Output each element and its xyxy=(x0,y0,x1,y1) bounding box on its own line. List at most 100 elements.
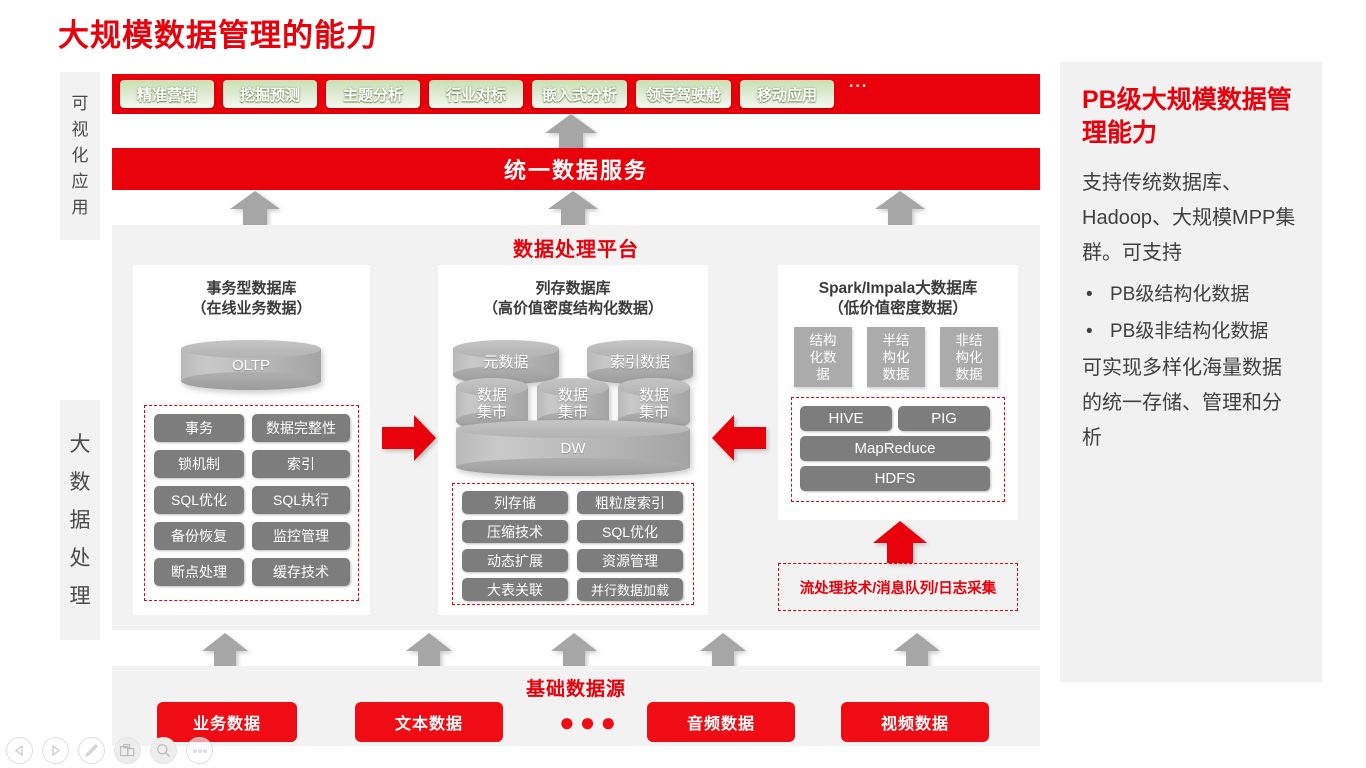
box-semi-structured-data: 半结 构化 数据 xyxy=(867,327,925,387)
pen-tool-button[interactable] xyxy=(78,737,105,764)
cylinder-oltp: OLTP xyxy=(181,340,321,390)
layer-char: 处 xyxy=(69,546,91,570)
data-processing-platform-title: 数据处理平台 xyxy=(513,239,639,261)
magnifier-icon xyxy=(157,744,171,758)
tag-sql-optimization[interactable]: SQL优化 xyxy=(577,520,683,543)
tag-backup-recovery[interactable]: 备份恢复 xyxy=(154,522,244,550)
tag-hdfs[interactable]: HDFS xyxy=(800,466,990,491)
app-chip-executive-cockpit[interactable]: 领导驾驶舱 xyxy=(636,80,732,108)
basic-data-sources-panel: 基础数据源 业务数据 文本数据 ●●● 音频数据 视频数据 xyxy=(112,666,1040,746)
zoom-button[interactable] xyxy=(150,737,177,764)
layer-char: 化 xyxy=(71,146,89,165)
unified-data-service-bar: 统一数据服务 xyxy=(112,148,1040,190)
tag-index[interactable]: 索引 xyxy=(252,450,350,478)
arrow-up-dw-to-service xyxy=(548,191,598,225)
layer-char: 可 xyxy=(71,94,89,113)
layer-char: 大 xyxy=(69,432,91,456)
tag-parallel-data-load[interactable]: 并行数据加载 xyxy=(577,578,683,601)
app-chip-precision-marketing[interactable]: 精准营销 xyxy=(120,80,214,108)
column-title-line1: 列存数据库 xyxy=(535,280,611,297)
source-chip-video-data[interactable]: 视频数据 xyxy=(841,702,989,742)
arrow-up-bigdata-to-service xyxy=(875,191,925,225)
tag-resource-management[interactable]: 资源管理 xyxy=(577,549,683,572)
more-dots-icon xyxy=(192,748,207,753)
layer-char: 视 xyxy=(71,120,89,139)
more-options-button[interactable] xyxy=(186,737,213,764)
column-title-columnar: 列存数据库 （高价值密度结构化数据） xyxy=(438,265,708,319)
column-columnar-database: 列存数据库 （高价值密度结构化数据） 元数据 索引数据 数据 集市 数据 集市 … xyxy=(438,265,708,615)
arrow-right-oltp-to-dw xyxy=(382,415,436,461)
chevron-left-icon xyxy=(15,745,23,756)
layer-char: 理 xyxy=(69,584,91,608)
cylinder-label: DW xyxy=(560,439,586,457)
info-panel-bullet-2: PB级非结构化数据 xyxy=(1082,314,1300,349)
column-title-line2: （高价值密度结构化数据） xyxy=(482,300,663,317)
app-chip-topic-analysis[interactable]: 主题分析 xyxy=(326,80,420,108)
tag-sql-execution[interactable]: SQL执行 xyxy=(252,486,350,514)
tag-coarse-grained-index[interactable]: 粗粒度索引 xyxy=(577,491,683,514)
arrow-up-stream-to-bigdata xyxy=(873,521,927,563)
arrow-up-source-5 xyxy=(894,633,940,669)
chevron-right-icon xyxy=(52,745,60,756)
tag-lock-mechanism[interactable]: 锁机制 xyxy=(154,450,244,478)
column-title-line1: Spark/Impala大数据库 xyxy=(818,280,978,297)
app-chip-embedded-analytics[interactable]: 嵌入式分析 xyxy=(532,80,628,108)
info-panel-paragraph-2: 可实现多样化海量数据的统一存储、管理和分析 xyxy=(1082,357,1282,449)
tag-data-integrity[interactable]: 数据完整性 xyxy=(252,414,350,442)
tag-mapreduce[interactable]: MapReduce xyxy=(800,436,990,461)
cylinder-label: OLTP xyxy=(231,356,271,374)
arrow-up-source-2 xyxy=(406,633,452,669)
arrow-up-to-applications xyxy=(545,114,597,150)
info-panel-bullet-1: PB级结构化数据 xyxy=(1082,277,1300,312)
arrow-up-source-4 xyxy=(700,633,746,669)
tag-pig[interactable]: PIG xyxy=(898,406,990,431)
layer-char: 数 xyxy=(69,470,91,494)
app-chip-mobile-app[interactable]: 移动应用 xyxy=(740,80,835,108)
column-transactional-database: 事务型数据库 （在线业务数据） OLTP 事务 数据完整性 锁机制 索引 SQL… xyxy=(133,265,370,615)
box-unstructured-data: 非结 构化 数据 xyxy=(940,327,998,387)
tag-transaction[interactable]: 事务 xyxy=(154,414,244,442)
app-chip-mining-prediction[interactable]: 挖掘预测 xyxy=(223,80,317,108)
layer-char: 用 xyxy=(71,198,89,217)
source-chip-audio-data[interactable]: 音频数据 xyxy=(647,702,795,742)
columnar-capability-group: 列存储 粗粒度索引 压缩技术 SQL优化 动态扩展 资源管理 大表关联 并行数据… xyxy=(452,483,694,605)
pen-icon xyxy=(84,743,99,758)
column-title-bigdata: Spark/Impala大数据库 （低价值密度数据） xyxy=(778,265,1018,319)
layer-char: 据 xyxy=(69,508,91,532)
tag-dynamic-scaling[interactable]: 动态扩展 xyxy=(462,549,568,572)
source-chip-business-data[interactable]: 业务数据 xyxy=(157,702,297,742)
previous-slide-button[interactable] xyxy=(6,737,33,764)
column-bigdata-database: Spark/Impala大数据库 （低价值密度数据） 结构 化数 据 半结 构化… xyxy=(778,265,1018,520)
tag-sql-optimization[interactable]: SQL优化 xyxy=(154,486,244,514)
cylinder-dw: DW xyxy=(456,420,690,476)
stream-processing-note: 流处理技术/消息队列/日志采集 xyxy=(778,563,1018,611)
source-chip-text-data[interactable]: 文本数据 xyxy=(355,702,503,742)
tag-column-storage[interactable]: 列存储 xyxy=(462,491,568,514)
tag-compression[interactable]: 压缩技术 xyxy=(462,520,568,543)
column-title-line1: 事务型数据库 xyxy=(206,280,297,297)
arrow-up-oltp-to-service xyxy=(230,191,280,225)
oltp-capability-group: 事务 数据完整性 锁机制 索引 SQL优化 SQL执行 备份恢复 监控管理 断点… xyxy=(144,405,359,601)
slide-layout-button[interactable] xyxy=(114,737,141,764)
layer-label-processing: 大 数 据 处 理 xyxy=(60,400,100,640)
tag-hive[interactable]: HIVE xyxy=(800,406,892,431)
column-title-line2: （在线业务数据） xyxy=(191,300,312,317)
next-slide-button[interactable] xyxy=(42,737,69,764)
app-chip-industry-benchmark[interactable]: 行业对标 xyxy=(429,80,523,108)
tag-cache-technology[interactable]: 缓存技术 xyxy=(252,558,350,586)
info-panel: PB级大规模数据管理能力 支持传统数据库、Hadoop、大规模MPP集群。可支持… xyxy=(1060,62,1322,682)
hadoop-stack-group: HIVE PIG MapReduce HDFS xyxy=(791,397,1005,502)
box-structured-data: 结构 化数 据 xyxy=(794,327,852,387)
presentation-toolbar xyxy=(6,737,213,764)
page-title: 大规模数据管理的能力 xyxy=(58,18,378,53)
app-chip-overflow-ellipsis: ∙∙∙ xyxy=(849,78,869,95)
arrow-up-source-1 xyxy=(202,633,248,669)
tag-monitoring-management[interactable]: 监控管理 xyxy=(252,522,350,550)
basic-data-sources-title: 基础数据源 xyxy=(525,679,626,700)
column-title-transactional: 事务型数据库 （在线业务数据） xyxy=(133,265,370,319)
tag-breakpoint-handling[interactable]: 断点处理 xyxy=(154,558,244,586)
layer-label-visualization: 可 视 化 应 用 xyxy=(60,72,100,240)
column-title-line2: （低价值密度数据） xyxy=(828,300,968,317)
layer-char: 应 xyxy=(71,172,89,191)
tag-large-table-join[interactable]: 大表关联 xyxy=(462,578,568,601)
